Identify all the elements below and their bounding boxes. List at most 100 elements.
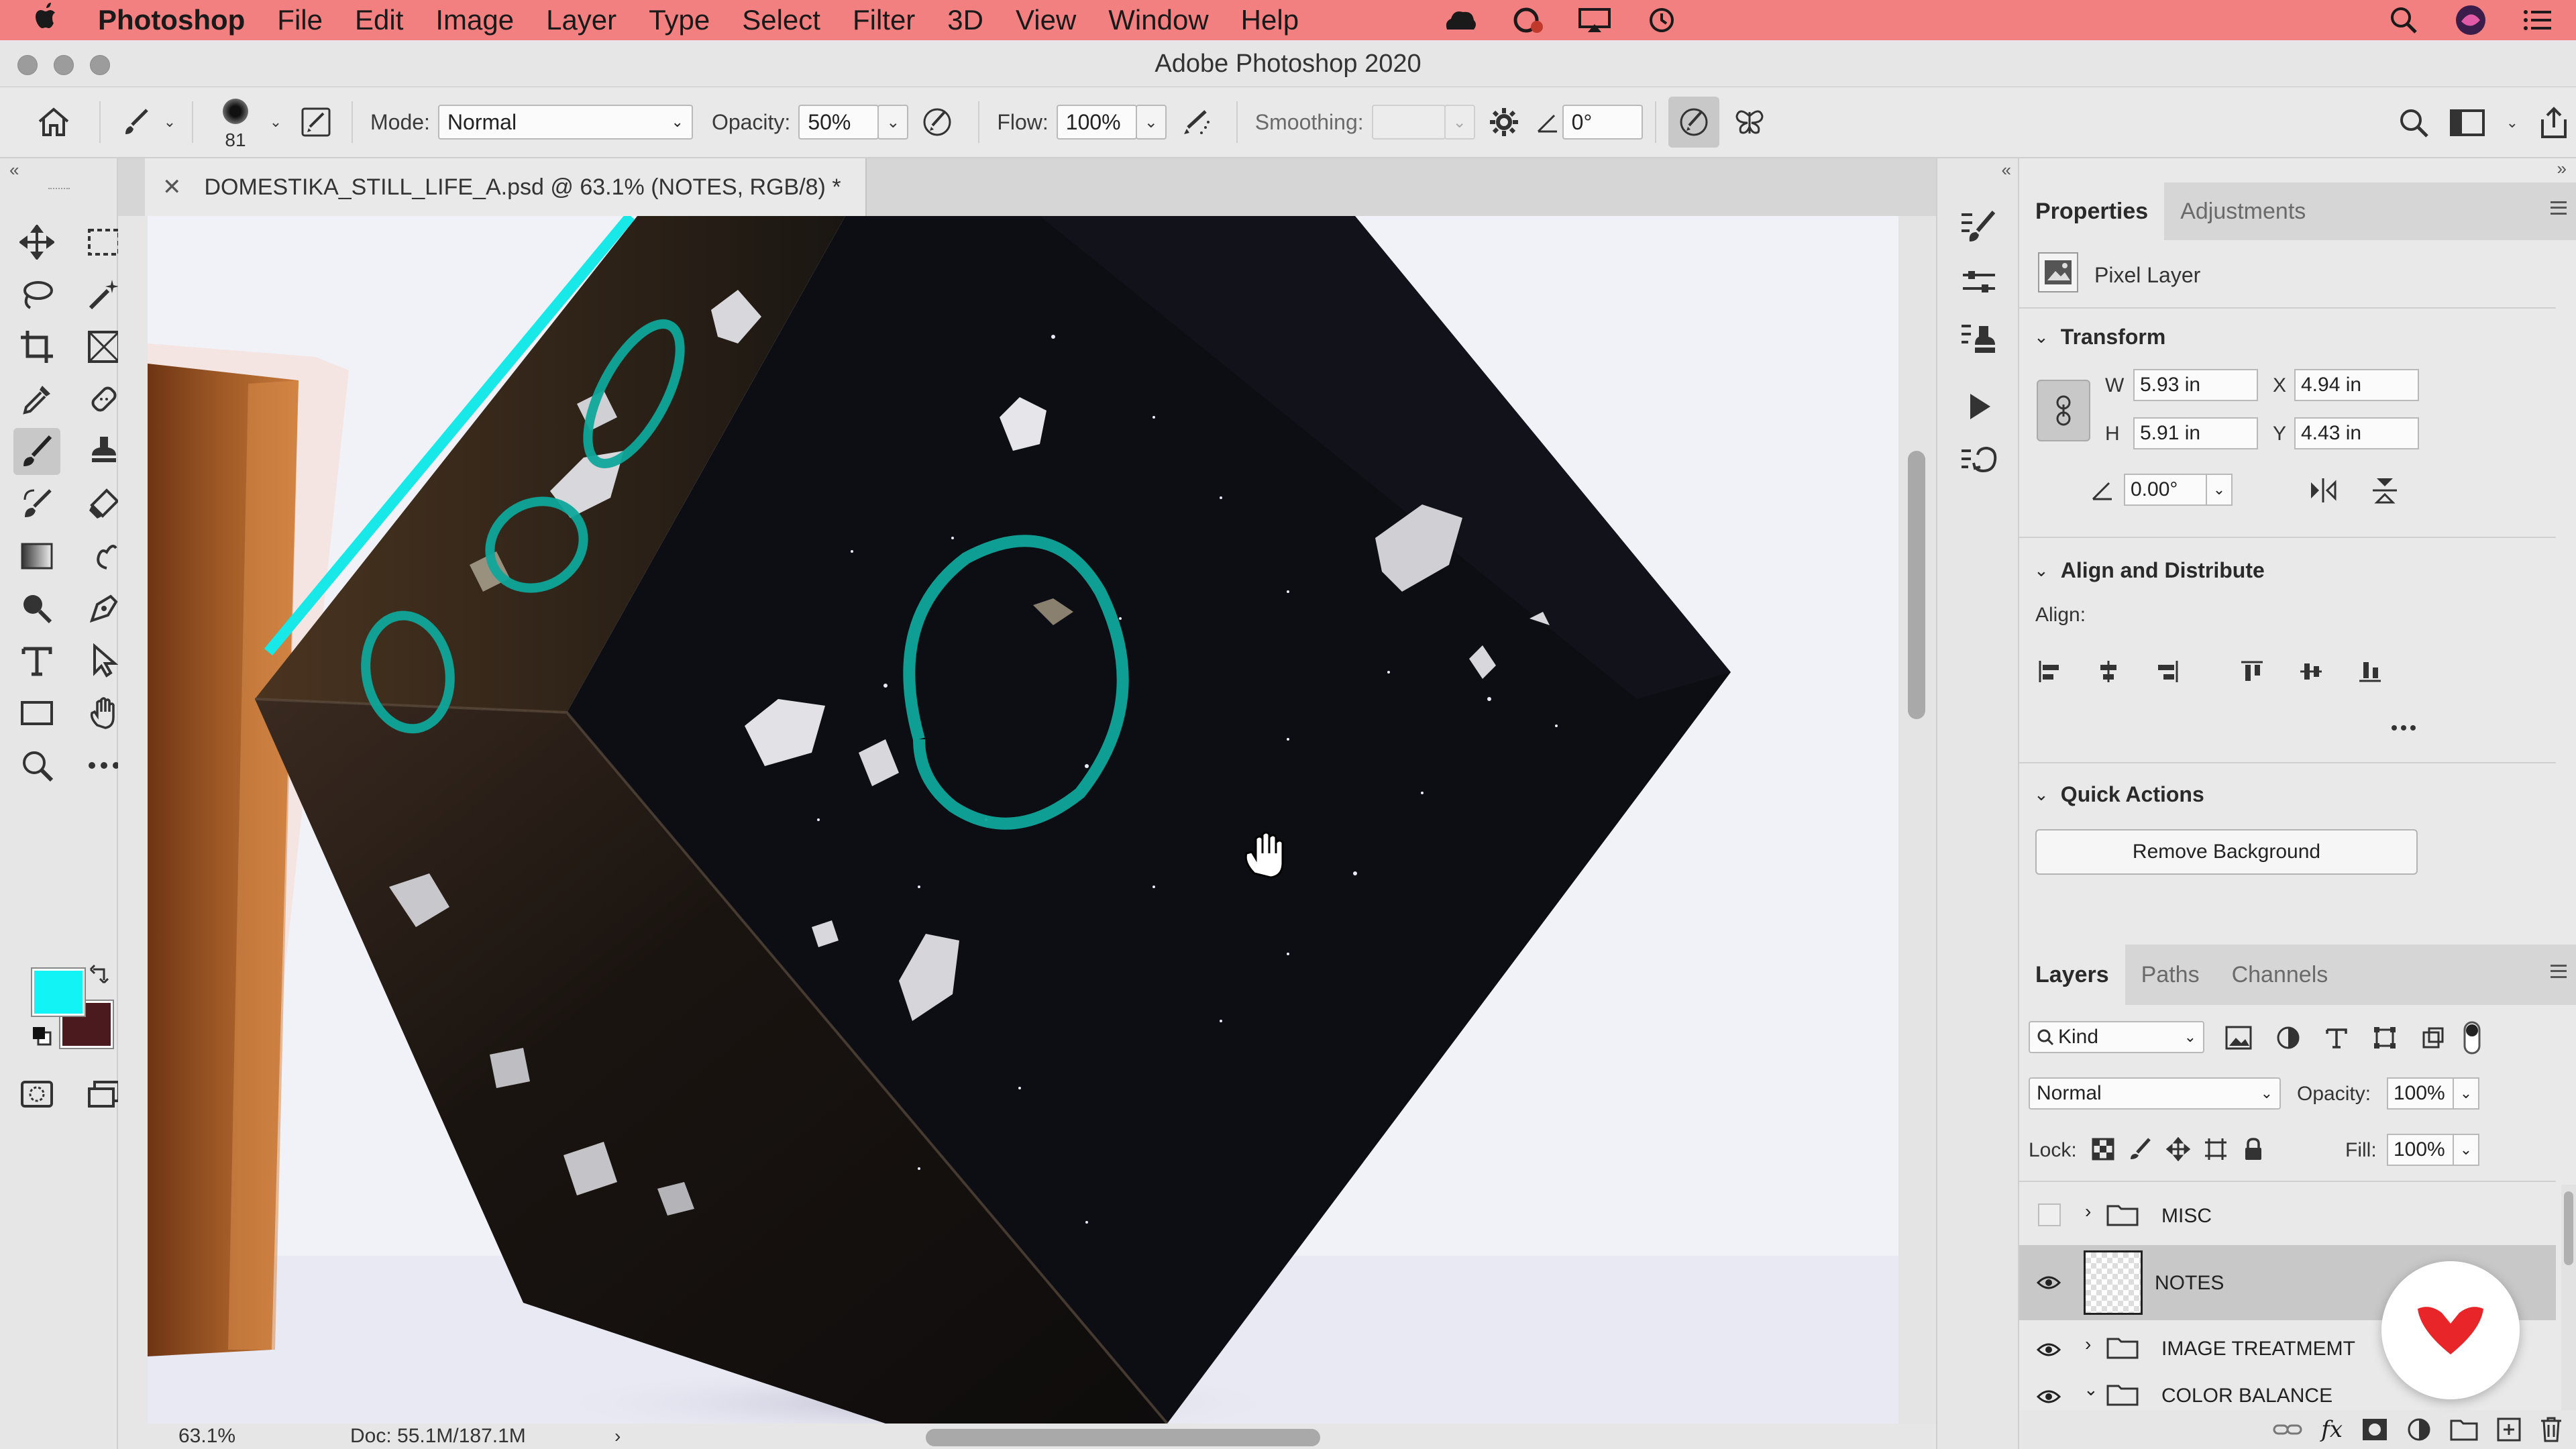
canvas-vertical-scrollbar[interactable] bbox=[1898, 216, 1936, 1424]
new-group-folder-icon[interactable] bbox=[2450, 1418, 2478, 1441]
brushes-panel-icon[interactable] bbox=[1952, 256, 2006, 310]
search-icon[interactable] bbox=[2398, 107, 2430, 139]
notification-center-icon[interactable] bbox=[2520, 5, 2556, 35]
actions-play-icon[interactable] bbox=[1952, 380, 2006, 433]
history-brush-tool-icon[interactable] bbox=[13, 480, 60, 527]
fill-input[interactable]: 100% bbox=[2387, 1134, 2454, 1166]
quick-mask-icon[interactable] bbox=[13, 1071, 60, 1118]
symmetry-butterfly-icon[interactable] bbox=[1719, 107, 1780, 138]
status-info-chevron-icon[interactable]: › bbox=[614, 1426, 621, 1447]
opacity-input[interactable]: 50% bbox=[798, 105, 879, 140]
tab-layers[interactable]: Layers bbox=[2019, 945, 2125, 1005]
opacity-dropdown-icon[interactable]: ⌄ bbox=[877, 105, 909, 140]
group-expand-chevron-icon[interactable]: › bbox=[2085, 1201, 2091, 1222]
menu-view[interactable]: View bbox=[1000, 4, 1092, 36]
align-vertical-centers-icon[interactable] bbox=[2294, 655, 2328, 688]
creative-cloud-app-icon[interactable] bbox=[1442, 5, 1479, 35]
share-icon[interactable] bbox=[2538, 106, 2569, 140]
menu-window[interactable]: Window bbox=[1092, 4, 1224, 36]
layer-visibility-eye-icon[interactable] bbox=[2034, 1383, 2063, 1410]
link-dimensions-icon[interactable] bbox=[2037, 380, 2090, 441]
clone-source-icon[interactable] bbox=[1952, 313, 2006, 366]
gradient-tool-icon[interactable] bbox=[13, 533, 60, 580]
align-bottom-edges-icon[interactable] bbox=[2353, 655, 2387, 688]
menu-file[interactable]: File bbox=[261, 4, 339, 36]
menu-edit[interactable]: Edit bbox=[339, 4, 419, 36]
layer-opacity-input[interactable]: 100% bbox=[2387, 1077, 2454, 1110]
layer-row-misc[interactable]: › MISC bbox=[2019, 1185, 2556, 1245]
smoothing-dropdown-icon[interactable]: ⌄ bbox=[1444, 105, 1475, 140]
brush-angle-input[interactable]: 0° bbox=[1562, 105, 1643, 140]
width-input[interactable]: 5.93 in bbox=[2133, 369, 2258, 401]
menu-app-name[interactable]: Photoshop bbox=[94, 4, 261, 36]
layer-opacity-dropdown-icon[interactable]: ⌄ bbox=[2453, 1077, 2479, 1110]
document-canvas[interactable] bbox=[148, 216, 1898, 1424]
vertical-scroll-thumb[interactable] bbox=[1908, 451, 1925, 719]
expand-panels-icon[interactable]: » bbox=[2557, 158, 2567, 179]
delete-layer-trash-icon[interactable] bbox=[2540, 1417, 2563, 1442]
workspace-switcher-icon[interactable] bbox=[2449, 109, 2486, 136]
new-layer-icon[interactable] bbox=[2497, 1417, 2521, 1442]
layer-blend-mode-select[interactable]: Normal ⌄ bbox=[2029, 1077, 2281, 1110]
zoom-tool-icon[interactable] bbox=[13, 742, 60, 789]
toolbar-grip[interactable] bbox=[48, 188, 70, 193]
creative-cloud-sync-icon[interactable] bbox=[1509, 5, 1546, 35]
more-align-options-icon[interactable] bbox=[2387, 711, 2420, 745]
dodge-tool-icon[interactable] bbox=[13, 585, 60, 632]
flip-horizontal-icon[interactable] bbox=[2306, 474, 2340, 507]
eyedropper-tool-icon[interactable] bbox=[13, 376, 60, 423]
brush-preset-icon[interactable] bbox=[113, 107, 160, 137]
smoothing-input[interactable] bbox=[1371, 105, 1446, 140]
foreground-color-swatch[interactable] bbox=[31, 967, 86, 1017]
layers-panel-menu-icon[interactable] bbox=[2551, 965, 2567, 978]
zoom-level[interactable]: 63.1% bbox=[118, 1425, 235, 1448]
y-input[interactable]: 4.43 in bbox=[2294, 417, 2419, 449]
filter-type-layers-icon[interactable] bbox=[2320, 1021, 2353, 1055]
remove-background-button[interactable]: Remove Background bbox=[2035, 829, 2418, 875]
menu-filter[interactable]: Filter bbox=[837, 4, 931, 36]
rotation-dropdown-icon[interactable]: ⌄ bbox=[2206, 474, 2233, 506]
link-layers-icon[interactable] bbox=[2273, 1420, 2302, 1439]
siri-icon[interactable] bbox=[2453, 5, 2489, 35]
lock-transparent-pixels-icon[interactable] bbox=[2086, 1132, 2120, 1166]
mode-select[interactable]: Normal ⌄ bbox=[437, 105, 693, 140]
flow-input[interactable]: 100% bbox=[1056, 105, 1137, 140]
filter-pixel-layers-icon[interactable] bbox=[2222, 1021, 2255, 1055]
layer-filter-kind-select[interactable]: Kind ⌄ bbox=[2029, 1021, 2204, 1053]
swap-colors-icon[interactable] bbox=[86, 961, 113, 987]
layer-visibility-toggle-off[interactable] bbox=[2038, 1203, 2061, 1226]
fill-dropdown-icon[interactable]: ⌄ bbox=[2453, 1134, 2479, 1166]
menu-image[interactable]: Image bbox=[419, 4, 530, 36]
rotation-input[interactable]: 0.00° bbox=[2124, 474, 2207, 506]
layer-thumbnail[interactable] bbox=[2084, 1250, 2143, 1315]
layers-scrollbar[interactable] bbox=[2561, 1185, 2576, 1410]
brush-settings-panel-icon[interactable] bbox=[292, 107, 339, 138]
lock-artboard-icon[interactable] bbox=[2199, 1132, 2233, 1166]
filter-adjustment-layers-icon[interactable] bbox=[2271, 1021, 2305, 1055]
type-tool-icon[interactable] bbox=[13, 637, 60, 684]
menu-type[interactable]: Type bbox=[633, 4, 726, 36]
home-icon[interactable] bbox=[20, 107, 87, 138]
collapse-toolbar-icon[interactable]: « bbox=[9, 160, 19, 180]
brush-size-picker[interactable]: 81 bbox=[205, 92, 266, 152]
history-panel-icon[interactable] bbox=[1952, 436, 2006, 490]
group-collapse-chevron-icon[interactable]: ⌄ bbox=[2084, 1379, 2098, 1400]
smoothing-settings-gear-icon[interactable] bbox=[1475, 107, 1533, 138]
align-section-header[interactable]: ⌄ Align and Distribute bbox=[2034, 558, 2265, 583]
menu-layer[interactable]: Layer bbox=[530, 4, 633, 36]
align-left-edges-icon[interactable] bbox=[2033, 655, 2066, 688]
time-machine-icon[interactable] bbox=[1644, 5, 1680, 35]
brush-tool-icon[interactable] bbox=[13, 428, 60, 475]
rectangle-tool-icon[interactable] bbox=[13, 690, 60, 737]
apple-menu-icon[interactable] bbox=[0, 1, 94, 40]
properties-panel-menu-icon[interactable] bbox=[2551, 201, 2567, 215]
collapse-dock-icon[interactable]: « bbox=[2002, 160, 2011, 180]
layer-style-fx-icon[interactable]: fx bbox=[2321, 1416, 2343, 1443]
menu-select[interactable]: Select bbox=[726, 4, 837, 36]
canvas-horizontal-scroll-thumb[interactable] bbox=[926, 1429, 1320, 1446]
close-document-icon[interactable]: ✕ bbox=[162, 174, 182, 201]
tab-properties[interactable]: Properties bbox=[2019, 182, 2165, 240]
flow-dropdown-icon[interactable]: ⌄ bbox=[1135, 105, 1167, 140]
tab-adjustments[interactable]: Adjustments bbox=[2164, 182, 2322, 240]
add-layer-mask-icon[interactable] bbox=[2361, 1417, 2388, 1442]
